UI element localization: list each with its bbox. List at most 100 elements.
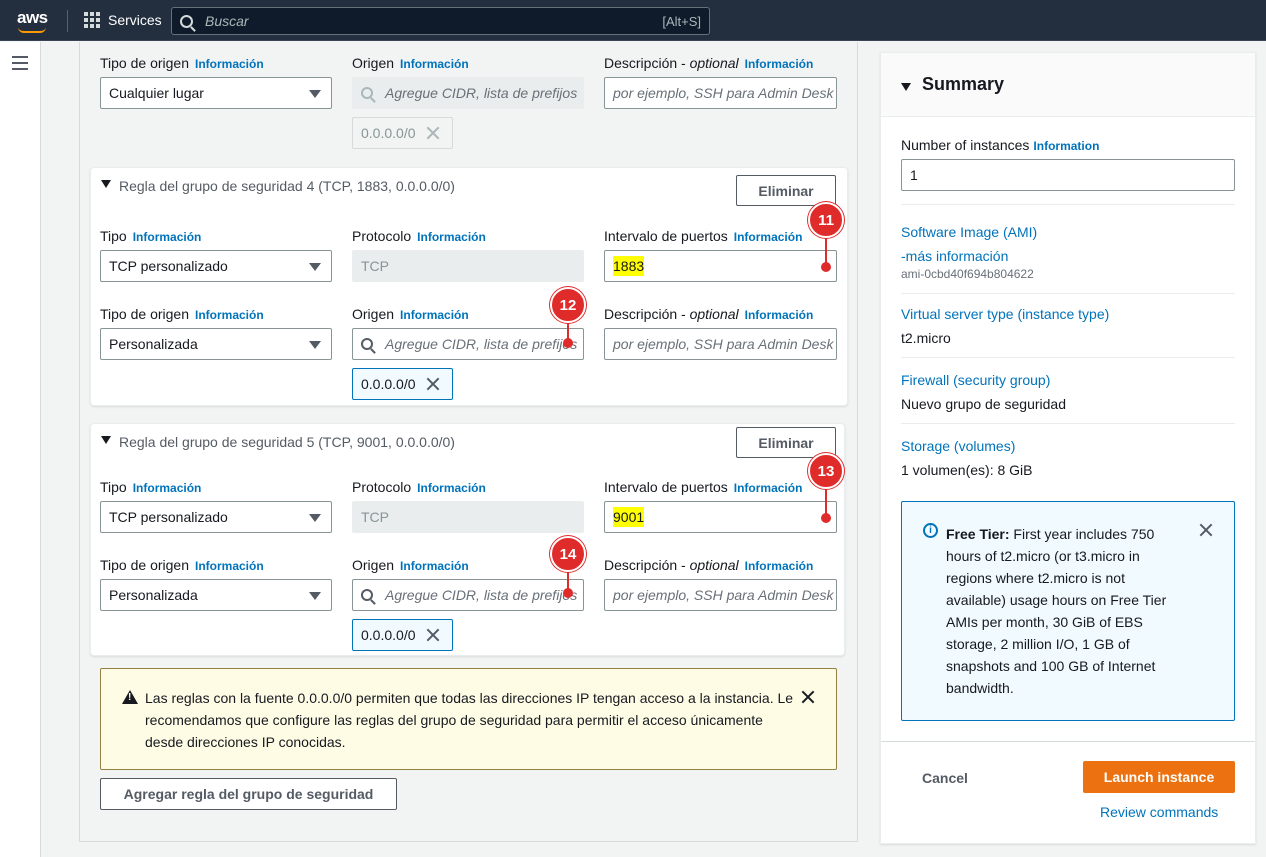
description-placeholder: por ejemplo, SSH para Admin Desk: [613, 587, 834, 603]
description-label: Descripción - optional Información: [604, 55, 814, 71]
rule-header[interactable]: Regla del grupo de seguridad 5 (TCP, 900…: [101, 434, 455, 450]
origin-token-value: 0.0.0.0/0: [361, 627, 416, 643]
info-link[interactable]: Información: [745, 308, 814, 322]
info-link[interactable]: Information: [1033, 139, 1099, 153]
info-link[interactable]: Información: [195, 57, 264, 71]
info-link[interactable]: Información: [417, 481, 486, 495]
info-link[interactable]: Información: [417, 230, 486, 244]
close-icon[interactable]: [426, 628, 440, 642]
search-icon: [180, 14, 193, 28]
info-link[interactable]: Información: [195, 559, 264, 573]
summary-panel: Summary Number of instances Information 1…: [880, 52, 1256, 844]
info-link[interactable]: Información: [745, 559, 814, 573]
description-input[interactable]: por ejemplo, SSH para Admin Desk: [604, 579, 837, 611]
global-search-input[interactable]: Buscar [Alt+S]: [171, 7, 710, 35]
add-security-group-rule-button[interactable]: Agregar regla del grupo de seguridad: [100, 778, 397, 810]
origin-type-select[interactable]: Personalizada: [100, 579, 332, 611]
origin-search-input[interactable]: Agregue CIDR, lista de prefijos: [352, 579, 584, 611]
origin-token-value: 0.0.0.0/0: [361, 376, 416, 392]
protocol-label: Protocolo Información: [352, 228, 486, 244]
collapse-triangle-icon: [901, 83, 911, 91]
info-link[interactable]: Información: [133, 230, 202, 244]
dismiss-warning-icon[interactable]: [801, 690, 815, 704]
marker-dot: [563, 338, 573, 348]
rule-title: Regla del grupo de seguridad 4 (TCP, 188…: [119, 178, 455, 194]
nav-divider: [67, 10, 68, 32]
ami-more-info-link[interactable]: -más información: [901, 248, 1008, 264]
origin-type-label: Tipo de origen Información: [100, 55, 264, 71]
rule-title: Regla del grupo de seguridad 5 (TCP, 900…: [119, 434, 455, 450]
cancel-button[interactable]: Cancel: [922, 770, 968, 786]
search-placeholder: Buscar: [205, 13, 249, 29]
caret-down-icon: [309, 263, 321, 271]
summary-header[interactable]: Summary: [881, 53, 1255, 117]
port-range-value: 1883: [613, 256, 645, 276]
info-link[interactable]: Información: [400, 559, 469, 573]
description-input[interactable]: por ejemplo, SSH para Admin Desk: [604, 77, 837, 109]
close-icon[interactable]: [426, 377, 440, 391]
origin-type-value: Personalizada: [109, 336, 198, 352]
origin-type-select[interactable]: Personalizada: [100, 328, 332, 360]
free-tier-text: Free Tier: First year includes 750 hours…: [946, 526, 1167, 696]
info-link[interactable]: Información: [734, 481, 803, 495]
summary-title: Summary: [922, 74, 1005, 94]
instance-type-value: t2.micro: [901, 330, 951, 346]
description-label: Descripción - optional Información: [604, 306, 814, 322]
free-tier-alert: i Free Tier: First year includes 750 hou…: [901, 501, 1235, 721]
open-access-warning: Las reglas con la fuente 0.0.0.0/0 permi…: [100, 668, 837, 770]
divider: [901, 423, 1235, 424]
caret-down-icon: [309, 90, 321, 98]
storage-link[interactable]: Storage (volumes): [901, 438, 1015, 454]
origin-type-select[interactable]: Cualquier lugar: [100, 77, 332, 109]
info-link[interactable]: Información: [400, 308, 469, 322]
menu-icon[interactable]: [12, 56, 28, 74]
number-of-instances-input[interactable]: 1: [901, 159, 1235, 191]
protocol-value: TCP: [361, 258, 389, 274]
caret-down-icon: [309, 514, 321, 522]
origin-label: Origen Información: [352, 557, 469, 573]
left-rail: [0, 42, 41, 857]
warning-text: Las reglas con la fuente 0.0.0.0/0 permi…: [145, 690, 794, 750]
firewall-link[interactable]: Firewall (security group): [901, 372, 1050, 388]
info-icon: i: [923, 523, 938, 538]
info-link[interactable]: Información: [734, 230, 803, 244]
origin-search-input[interactable]: Agregue CIDR, lista de prefijos: [352, 328, 584, 360]
review-commands-link[interactable]: Review commands: [1100, 804, 1218, 820]
description-input[interactable]: por ejemplo, SSH para Admin Desk: [604, 328, 837, 360]
services-menu-button[interactable]: Services: [84, 12, 162, 28]
origin-search-input[interactable]: Agregue CIDR, lista de prefijos: [352, 77, 584, 109]
type-select[interactable]: TCP personalizado: [100, 501, 332, 533]
instance-type-link[interactable]: Virtual server type (instance type): [901, 306, 1109, 322]
origin-token: 0.0.0.0/0: [352, 368, 453, 400]
rule-header[interactable]: Regla del grupo de seguridad 4 (TCP, 188…: [101, 178, 455, 194]
description-placeholder: por ejemplo, SSH para Admin Desk: [613, 336, 834, 352]
delete-rule-button[interactable]: Eliminar: [736, 175, 836, 206]
security-group-rule-5: Regla del grupo de seguridad 5 (TCP, 900…: [90, 423, 845, 656]
origin-placeholder: Agregue CIDR, lista de prefijos: [385, 85, 578, 101]
close-icon[interactable]: [426, 126, 440, 140]
aws-logo[interactable]: aws: [17, 8, 48, 33]
dismiss-free-tier-icon[interactable]: [1199, 523, 1213, 537]
info-link[interactable]: Información: [195, 308, 264, 322]
type-select[interactable]: TCP personalizado: [100, 250, 332, 282]
info-link[interactable]: Información: [133, 481, 202, 495]
ami-link[interactable]: Software Image (AMI): [901, 224, 1037, 240]
origin-token-value: 0.0.0.0/0: [361, 125, 416, 141]
info-link[interactable]: Información: [745, 57, 814, 71]
grid-icon: [84, 12, 100, 28]
port-range-input[interactable]: 9001: [604, 501, 837, 533]
caret-down-icon: [309, 341, 321, 349]
annotation-marker-13: 13: [808, 453, 844, 489]
annotation-marker-14: 14: [550, 536, 586, 572]
marker-dot: [821, 262, 831, 272]
annotation-marker-11: 11: [808, 202, 844, 238]
origin-placeholder: Agregue CIDR, lista de prefijos: [385, 587, 578, 603]
info-link[interactable]: Información: [400, 57, 469, 71]
port-range-input[interactable]: 1883: [604, 250, 837, 282]
marker-dot: [821, 513, 831, 523]
origin-type-value: Personalizada: [109, 587, 198, 603]
warning-icon: [122, 690, 138, 704]
instances-label: Number of instances Information: [901, 137, 1100, 153]
origin-type-label: Tipo de origen Información: [100, 306, 264, 322]
launch-instance-button[interactable]: Launch instance: [1083, 761, 1235, 793]
